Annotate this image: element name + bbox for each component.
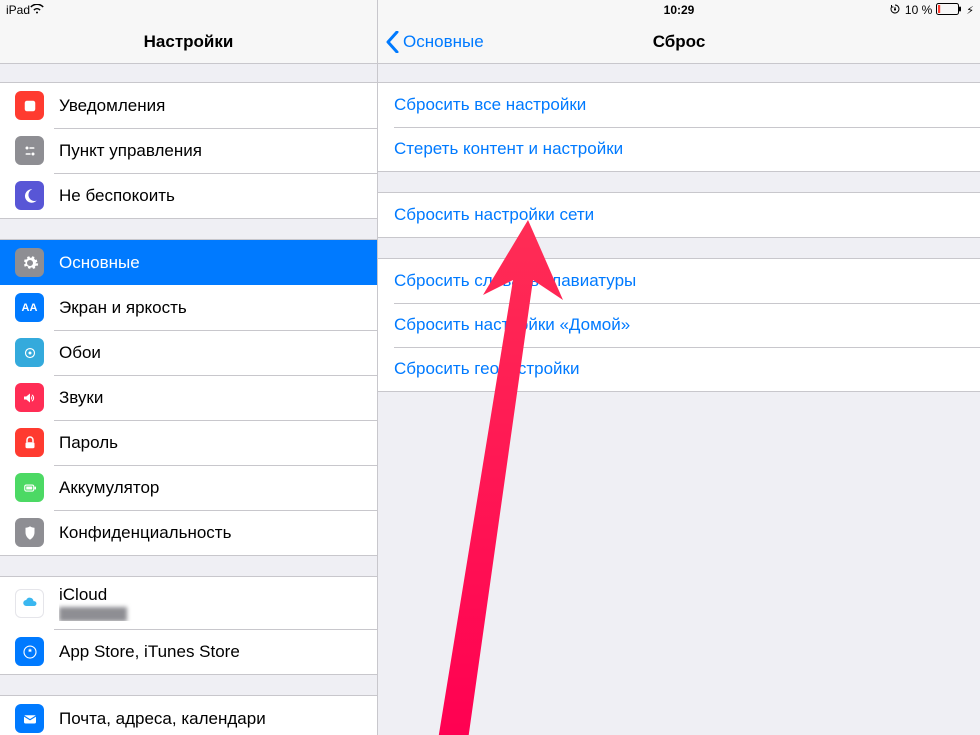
sidebar-item-label: Пароль	[59, 433, 362, 453]
reset-all-settings[interactable]: Сбросить все настройки	[378, 83, 980, 127]
sidebar-item-label: Звуки	[59, 388, 362, 408]
sidebar-item-label: Аккумулятор	[59, 478, 362, 498]
sidebar-item-battery[interactable]: Аккумулятор	[0, 465, 377, 510]
detail-row-label: Сбросить геонастройки	[394, 359, 580, 379]
sounds-icon	[15, 383, 44, 412]
sidebar-group: Почта, адреса, календари	[0, 695, 377, 735]
sidebar-item-label: Уведомления	[59, 96, 362, 116]
icloud-icon	[15, 589, 44, 618]
sidebar-item-privacy[interactable]: Конфиденциальность	[0, 510, 377, 555]
detail-group: Сбросить настройки сети	[378, 192, 980, 238]
status-bar-left: iPad	[0, 0, 377, 20]
reset-location-privacy[interactable]: Сбросить геонастройки	[378, 347, 980, 391]
passcode-icon	[15, 428, 44, 457]
detail-group: Сбросить словарь клавиатуры Сбросить нас…	[378, 258, 980, 392]
sidebar-item-label: Пункт управления	[59, 141, 362, 161]
sidebar-item-passcode[interactable]: Пароль	[0, 420, 377, 465]
notifications-icon	[15, 91, 44, 120]
detail-row-label: Стереть контент и настройки	[394, 139, 623, 159]
detail-row-label: Сбросить словарь клавиатуры	[394, 271, 636, 291]
sidebar-item-label: Основные	[59, 253, 362, 273]
status-right-cluster: 10 % ⚡︎	[889, 3, 974, 18]
detail-title: Сброс	[653, 32, 706, 52]
sidebar-title: Настройки	[144, 32, 234, 52]
sidebar-group: iCloud ████████ App Store, iTunes Store	[0, 576, 377, 675]
detail-header: Основные Сброс	[378, 20, 980, 64]
detail-row-label: Сбросить настройки сети	[394, 205, 594, 225]
sidebar-item-dnd[interactable]: Не беспокоить	[0, 173, 377, 218]
sidebar-item-label: Экран и яркость	[59, 298, 362, 318]
sidebar-item-general[interactable]: Основные	[0, 240, 377, 285]
reset-network-settings[interactable]: Сбросить настройки сети	[378, 193, 980, 237]
settings-sidebar: iPad Настройки Уведомления Пункт управле…	[0, 0, 378, 735]
sidebar-item-label: iCloud ████████	[59, 585, 362, 621]
battery-percent: 10 %	[905, 3, 932, 17]
detail-row-label: Сбросить настройки «Домой»	[394, 315, 630, 335]
clock: 10:29	[664, 3, 695, 17]
sidebar-item-sounds[interactable]: Звуки	[0, 375, 377, 420]
gear-icon	[15, 248, 44, 277]
detail-list[interactable]: Сбросить все настройки Стереть контент и…	[378, 64, 980, 735]
wifi-icon	[30, 3, 44, 17]
sidebar-item-label: Обои	[59, 343, 362, 363]
charging-icon: ⚡︎	[966, 4, 974, 17]
sidebar-header: Настройки	[0, 20, 377, 64]
status-bar-right: 10:29 10 % ⚡︎	[378, 0, 980, 20]
back-button[interactable]: Основные	[386, 20, 484, 63]
wallpaper-icon	[15, 338, 44, 367]
detail-row-label: Сбросить все настройки	[394, 95, 586, 115]
erase-all-content[interactable]: Стереть контент и настройки	[378, 127, 980, 171]
sidebar-item-wallpaper[interactable]: Обои	[0, 330, 377, 375]
device-label: iPad	[6, 3, 30, 17]
appstore-icon	[15, 637, 44, 666]
detail-pane: 10:29 10 % ⚡︎ Основные Сброс Сбросить вс…	[378, 0, 980, 735]
sidebar-item-label: Не беспокоить	[59, 186, 362, 206]
sidebar-item-label: Почта, адреса, календари	[59, 709, 362, 729]
privacy-icon	[15, 518, 44, 547]
sidebar-item-appstore[interactable]: App Store, iTunes Store	[0, 629, 377, 674]
sidebar-group: Уведомления Пункт управления Не беспокои…	[0, 82, 377, 219]
sidebar-item-control-center[interactable]: Пункт управления	[0, 128, 377, 173]
orientation-lock-icon	[889, 3, 901, 18]
sidebar-item-icloud[interactable]: iCloud ████████	[0, 577, 377, 629]
sidebar-group: Основные AA Экран и яркость Обои Звуки	[0, 239, 377, 556]
back-label: Основные	[403, 32, 484, 52]
battery-icon	[936, 3, 962, 18]
battery-icon	[15, 473, 44, 502]
reset-home-layout[interactable]: Сбросить настройки «Домой»	[378, 303, 980, 347]
sidebar-item-notifications[interactable]: Уведомления	[0, 83, 377, 128]
sidebar-item-label: Конфиденциальность	[59, 523, 362, 543]
sidebar-item-display[interactable]: AA Экран и яркость	[0, 285, 377, 330]
detail-group: Сбросить все настройки Стереть контент и…	[378, 82, 980, 172]
sidebar-item-mail[interactable]: Почта, адреса, календари	[0, 696, 377, 735]
chevron-left-icon	[386, 31, 399, 53]
sidebar-list[interactable]: Уведомления Пункт управления Не беспокои…	[0, 64, 377, 735]
mail-icon	[15, 704, 44, 733]
control-center-icon	[15, 136, 44, 165]
display-icon: AA	[15, 293, 44, 322]
dnd-icon	[15, 181, 44, 210]
sidebar-item-label: App Store, iTunes Store	[59, 642, 362, 662]
reset-keyboard-dictionary[interactable]: Сбросить словарь клавиатуры	[378, 259, 980, 303]
